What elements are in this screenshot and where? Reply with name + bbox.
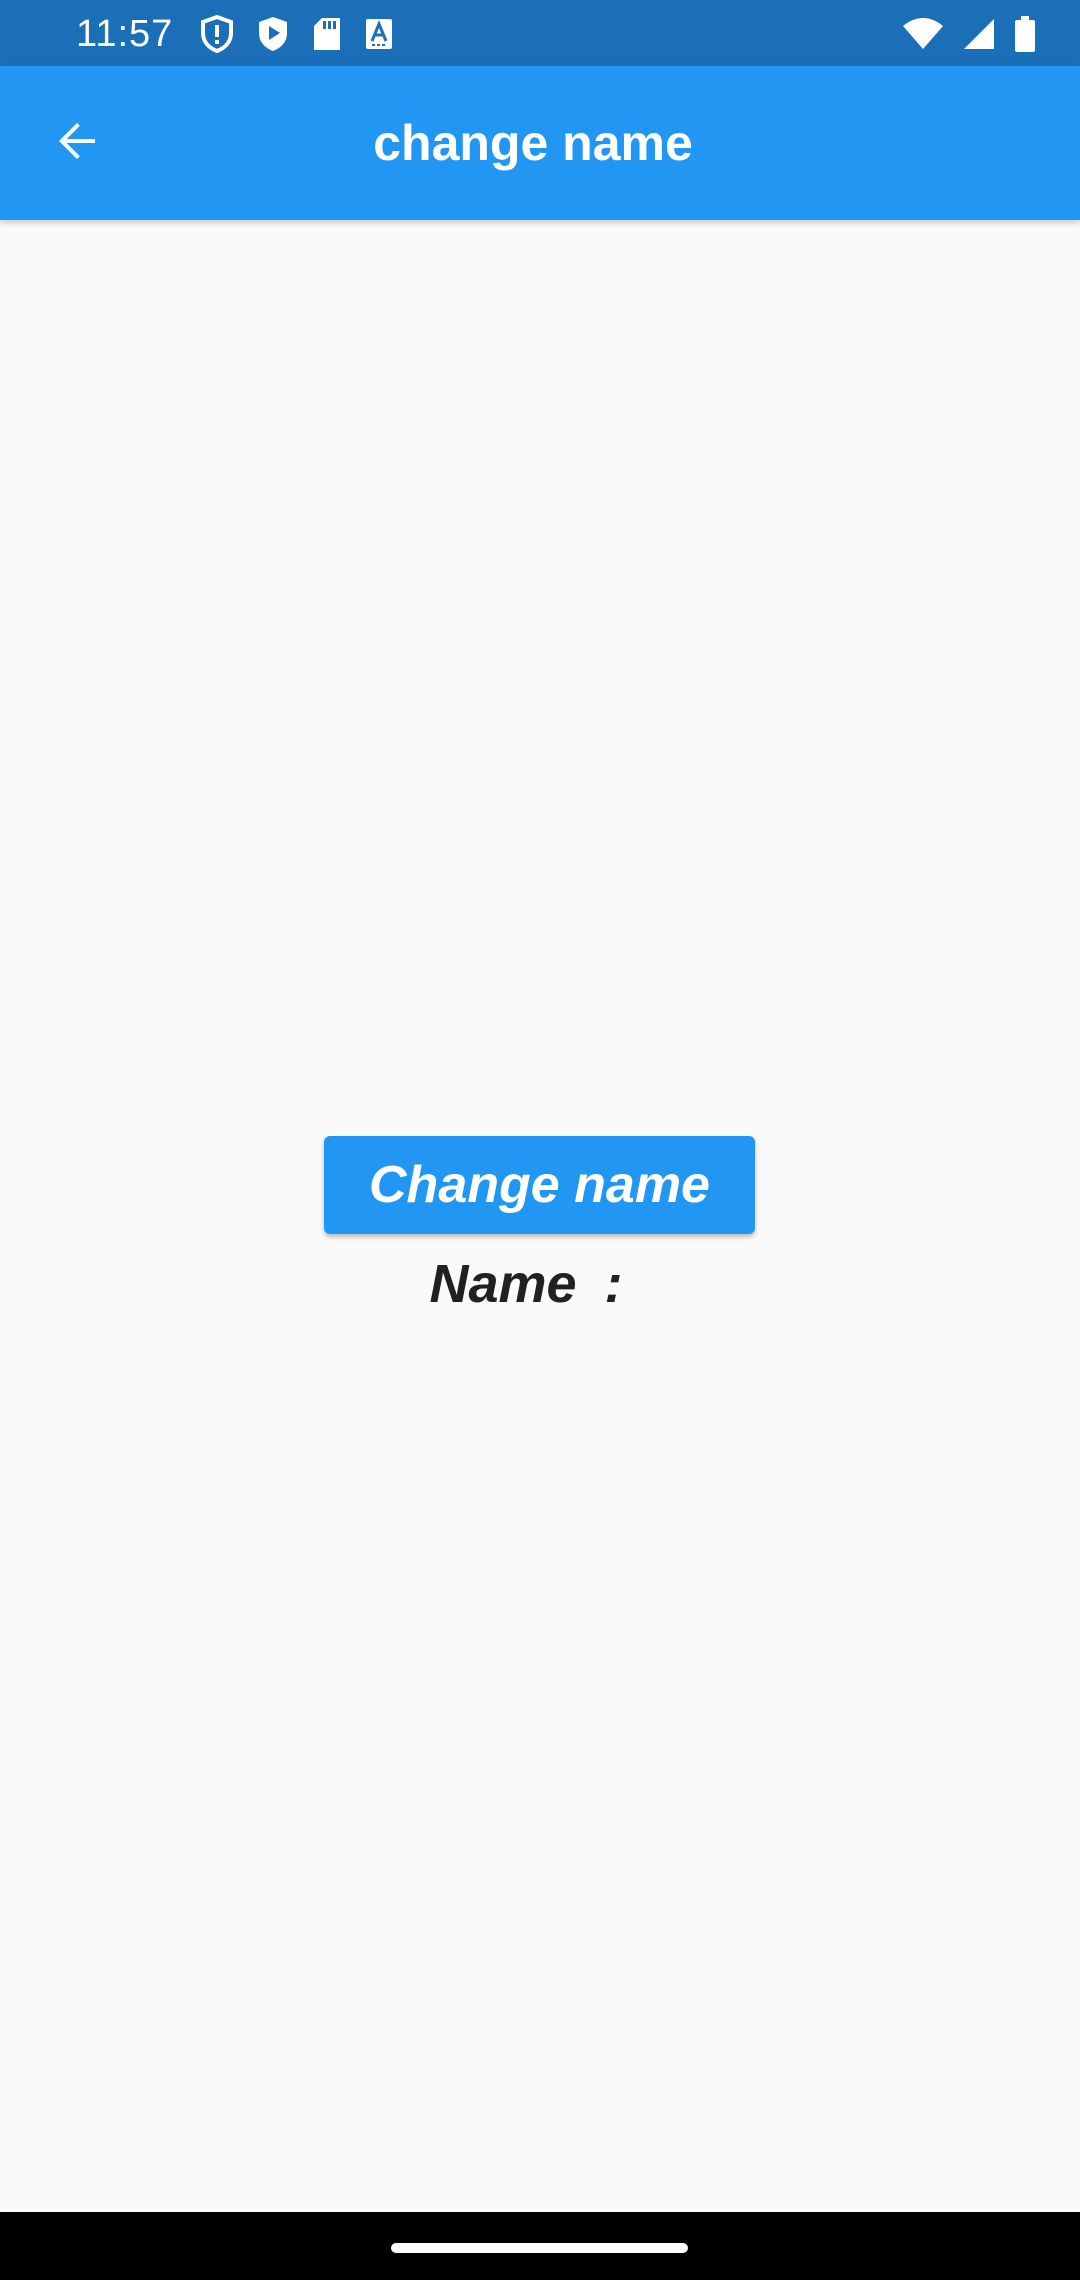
wifi-icon [902,17,944,51]
sd-card-icon [312,16,342,52]
status-bar: 11:57 [0,0,1080,66]
app-bar: change name [0,66,1080,220]
shield-alert-icon [200,15,234,53]
screen: 11:57 change name Change name Name: [0,0,1080,2280]
name-label: Name [429,1254,577,1314]
play-protect-icon [256,15,290,53]
cell-signal-icon [962,17,996,51]
home-gesture-handle[interactable] [391,2243,688,2253]
name-display: Name : [0,1252,1080,1316]
notification-icons [200,14,394,54]
navigation-bar [0,2212,1080,2280]
name-separator: : [604,1254,623,1314]
keyboard-a-icon [364,17,394,51]
battery-icon [1014,16,1036,52]
system-status-icons [902,14,1036,54]
change-name-button[interactable]: Change name [324,1136,755,1234]
status-time: 11:57 [76,13,174,55]
page-title: change name [373,115,693,171]
